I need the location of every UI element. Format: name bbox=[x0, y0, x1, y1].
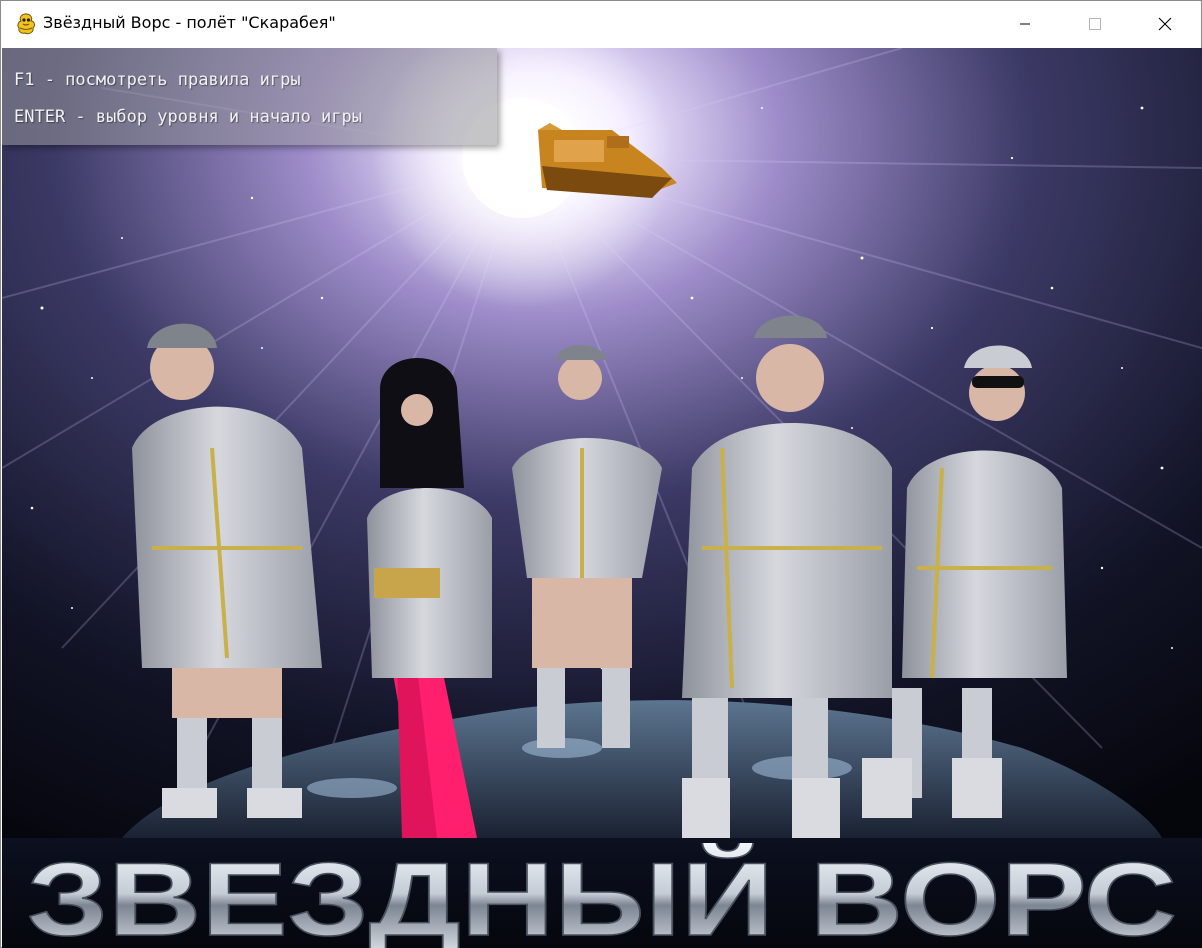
game-logo-text: ЗВЕЗДНЫЙ ВОРС bbox=[27, 843, 1177, 948]
maximize-icon bbox=[1089, 18, 1101, 30]
minimize-icon bbox=[1020, 23, 1030, 25]
close-icon bbox=[1158, 17, 1172, 31]
window-title: Звёздный Ворс - полёт "Скарабея" bbox=[43, 13, 336, 32]
app-window: Звёздный Ворс - полёт "Скарабея" F1 - по… bbox=[0, 0, 1202, 948]
game-canvas[interactable]: F1 - посмотреть правила игры ENTER - выб… bbox=[2, 48, 1202, 948]
close-button[interactable] bbox=[1130, 1, 1200, 47]
help-panel: F1 - посмотреть правила игры ENTER - выб… bbox=[2, 48, 497, 145]
maximize-button[interactable] bbox=[1060, 1, 1130, 47]
title-artwork bbox=[2, 48, 1202, 948]
game-logo: ЗВЕЗДНЫЙ ВОРС bbox=[26, 843, 1178, 948]
help-start-hint: ENTER - выбор уровня и начало игры bbox=[14, 107, 362, 127]
help-rules-hint: F1 - посмотреть правила игры bbox=[14, 70, 301, 90]
title-bar[interactable]: Звёздный Ворс - полёт "Скарабея" bbox=[1, 1, 1201, 47]
minimize-button[interactable] bbox=[990, 1, 1060, 47]
pygame-snake-icon bbox=[15, 12, 37, 36]
